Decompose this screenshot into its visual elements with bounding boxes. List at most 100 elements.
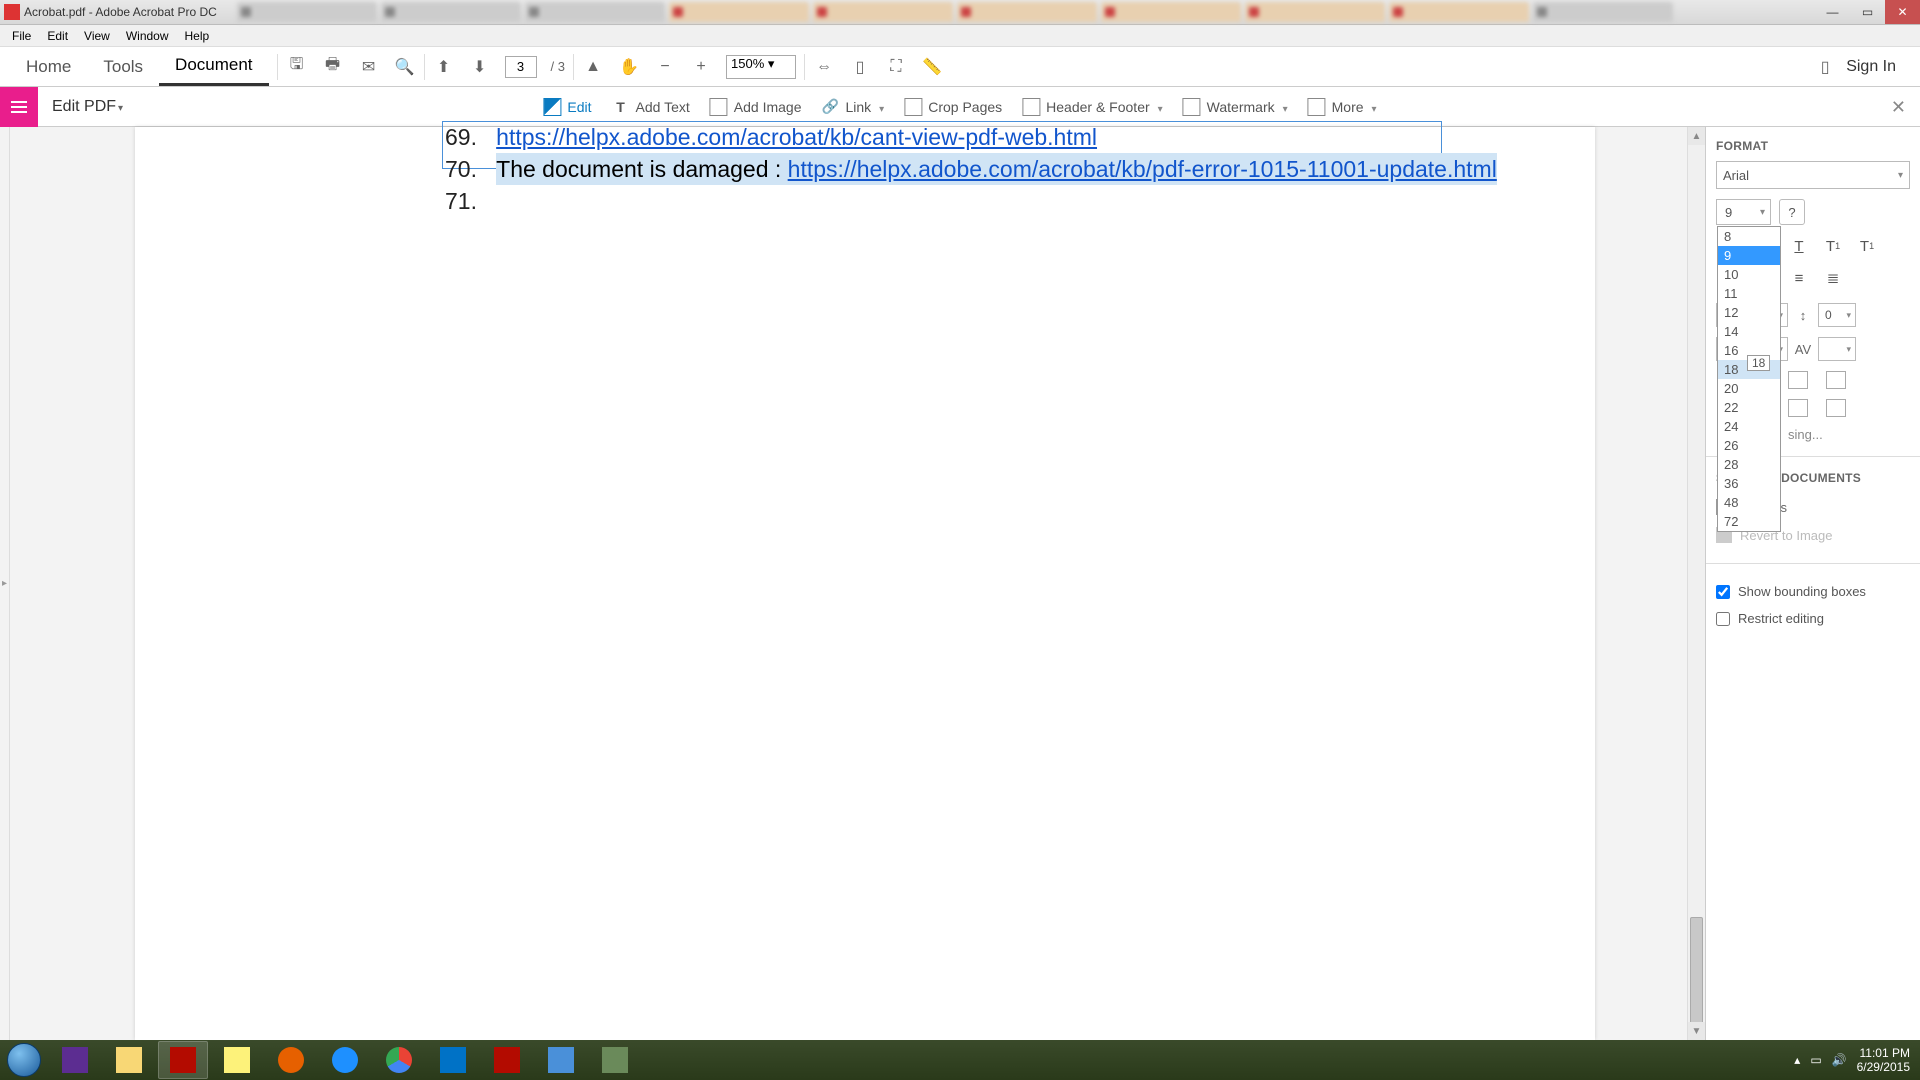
page-number-input[interactable] [505, 56, 537, 78]
taskbar-app-generic1[interactable] [536, 1041, 586, 1079]
show-bounding-boxes-checkbox[interactable]: Show bounding boxes [1716, 578, 1910, 605]
superscript-button[interactable]: T1 [1822, 235, 1844, 257]
menu-help[interactable]: Help [177, 29, 218, 43]
menu-file[interactable]: File [4, 29, 39, 43]
system-clock[interactable]: 11:01 PM6/29/2015 [1857, 1046, 1910, 1075]
taskbar-app-visualstudio[interactable] [50, 1041, 100, 1079]
size-option-36[interactable]: 36 [1718, 474, 1780, 493]
size-option-20[interactable]: 20 [1718, 379, 1780, 398]
align-left-button[interactable]: ≡ [1788, 267, 1810, 289]
add-image-button[interactable]: Add Image [710, 98, 802, 116]
page-down-icon[interactable]: ⬇ [469, 56, 491, 78]
size-option-9[interactable]: 9 [1718, 246, 1780, 265]
minimize-button[interactable]: — [1815, 0, 1850, 24]
taskbar-app-stickynotes[interactable] [212, 1041, 262, 1079]
hand-icon[interactable]: ✋ [618, 56, 640, 78]
menu-edit[interactable]: Edit [39, 29, 76, 43]
align-justify-button[interactable]: ≣ [1822, 267, 1844, 289]
menu-window[interactable]: Window [118, 29, 177, 43]
start-button[interactable] [0, 1040, 48, 1080]
subscript-button[interactable]: T1 [1856, 235, 1878, 257]
tab-document[interactable]: Document [159, 47, 268, 86]
sing-truncated-label[interactable]: sing... [1788, 427, 1910, 442]
crop-tool-icon[interactable] [1788, 371, 1808, 389]
restrict-editing-checkbox[interactable]: Restrict editing [1716, 605, 1910, 632]
signin-label[interactable]: Sign In [1846, 58, 1896, 76]
line-69-link[interactable]: https://helpx.adobe.com/acrobat/kb/cant-… [496, 121, 1097, 153]
edit-pdf-dropdown[interactable]: Edit PDF [38, 98, 137, 116]
nav-pane-toggle[interactable]: ▸ [0, 127, 10, 1040]
taskbar-app-chrome[interactable] [374, 1041, 424, 1079]
zoom-in-icon[interactable]: + [690, 56, 712, 78]
taskbar-app-generic2[interactable] [590, 1041, 640, 1079]
taskbar-app-acrobat[interactable] [158, 1041, 208, 1079]
taskbar-app-ie[interactable] [320, 1041, 370, 1079]
tab-home[interactable]: Home [10, 47, 87, 86]
link-dropdown[interactable]: 🔗Link [821, 98, 884, 116]
restrict-input[interactable] [1716, 612, 1730, 626]
document-viewport[interactable]: ▸ 69. https://helpx.adobe.com/acrobat/kb… [0, 127, 1705, 1040]
arrange-tool-icon[interactable] [1826, 399, 1846, 417]
tab-tools[interactable]: Tools [87, 47, 159, 86]
size-option-72[interactable]: 72 [1718, 512, 1780, 531]
size-option-22[interactable]: 22 [1718, 398, 1780, 417]
fit-page-icon[interactable]: ▯ [849, 56, 871, 78]
taskbar-app-reader[interactable] [482, 1041, 532, 1079]
print-icon[interactable]: 🖶 [322, 56, 344, 78]
taskbar-app-outlook[interactable] [428, 1041, 478, 1079]
zoom-out-icon[interactable]: − [654, 56, 676, 78]
add-text-button[interactable]: TAdd Text [612, 98, 690, 116]
tray-arrow-icon[interactable]: ▴ [1794, 1053, 1800, 1067]
size-option-10[interactable]: 10 [1718, 265, 1780, 284]
search-icon[interactable]: 🔍 [394, 56, 416, 78]
font-family-select[interactable]: Arial [1716, 161, 1910, 189]
mail-icon[interactable]: ✉ [358, 56, 380, 78]
size-option-11[interactable]: 11 [1718, 284, 1780, 303]
size-option-14[interactable]: 14 [1718, 322, 1780, 341]
edit-button[interactable]: Edit [543, 98, 591, 116]
pointer-icon[interactable]: ▲ [582, 56, 604, 78]
vertical-scrollbar[interactable]: ▲ ▼ [1687, 127, 1705, 1040]
more-dropdown[interactable]: More [1308, 98, 1377, 116]
page-up-icon[interactable]: ⬆ [433, 56, 455, 78]
scroll-thumb[interactable] [1690, 917, 1703, 1037]
ruler-icon[interactable]: 📏 [921, 56, 943, 78]
fit-width-icon[interactable]: ⇔ [813, 56, 835, 78]
size-option-12[interactable]: 12 [1718, 303, 1780, 322]
size-option-24[interactable]: 24 [1718, 417, 1780, 436]
header-footer-dropdown[interactable]: Header & Footer [1022, 98, 1163, 116]
system-tray[interactable]: ▴ ▭ 🔊 11:01 PM6/29/2015 [1794, 1046, 1920, 1075]
font-size-select[interactable]: 9 8 9 10 11 12 14 16 18 20 22 24 26 28 3… [1716, 199, 1771, 225]
line-spacing-value[interactable]: 0 [1818, 303, 1856, 327]
size-option-48[interactable]: 48 [1718, 493, 1780, 512]
sidebar-toggle-button[interactable] [0, 87, 38, 127]
font-size-dropdown[interactable]: 8 9 10 11 12 14 16 18 20 22 24 26 28 36 … [1717, 226, 1781, 532]
zoom-select[interactable]: 150% ▾ [726, 55, 796, 79]
size-option-26[interactable]: 26 [1718, 436, 1780, 455]
help-icon[interactable]: ? [1779, 199, 1805, 225]
taskbar-app-explorer[interactable] [104, 1041, 154, 1079]
watermark-dropdown[interactable]: Watermark [1183, 98, 1288, 116]
close-button[interactable]: ✕ [1885, 0, 1920, 24]
scroll-up-arrow[interactable]: ▲ [1688, 127, 1705, 145]
text-color-button[interactable]: T [1788, 235, 1810, 257]
close-edit-panel-icon[interactable]: ✕ [1891, 97, 1906, 118]
crop-pages-button[interactable]: Crop Pages [904, 98, 1002, 116]
taskbar-app-firefox[interactable] [266, 1041, 316, 1079]
text-content[interactable]: 69. https://helpx.adobe.com/acrobat/kb/c… [445, 127, 1497, 218]
rotate-tool-icon[interactable] [1788, 399, 1808, 417]
windows-taskbar[interactable]: ▴ ▭ 🔊 11:01 PM6/29/2015 [0, 1040, 1920, 1080]
tray-battery-icon[interactable]: ▭ [1810, 1053, 1821, 1067]
save-icon[interactable]: 🖫 [286, 56, 308, 78]
tray-volume-icon[interactable]: 🔊 [1832, 1053, 1847, 1067]
scroll-down-arrow[interactable]: ▼ [1688, 1022, 1705, 1040]
fullscreen-icon[interactable]: ⛶ [885, 56, 907, 78]
size-option-28[interactable]: 28 [1718, 455, 1780, 474]
menu-view[interactable]: View [76, 29, 118, 43]
char-spacing-value[interactable] [1818, 337, 1856, 361]
maximize-button[interactable]: ▭ [1850, 0, 1885, 24]
show-bb-input[interactable] [1716, 585, 1730, 599]
size-option-8[interactable]: 8 [1718, 227, 1780, 246]
line-70-link[interactable]: https://helpx.adobe.com/acrobat/kb/pdf-e… [788, 156, 1497, 182]
signin-icon[interactable]: ▯ [1814, 56, 1836, 78]
